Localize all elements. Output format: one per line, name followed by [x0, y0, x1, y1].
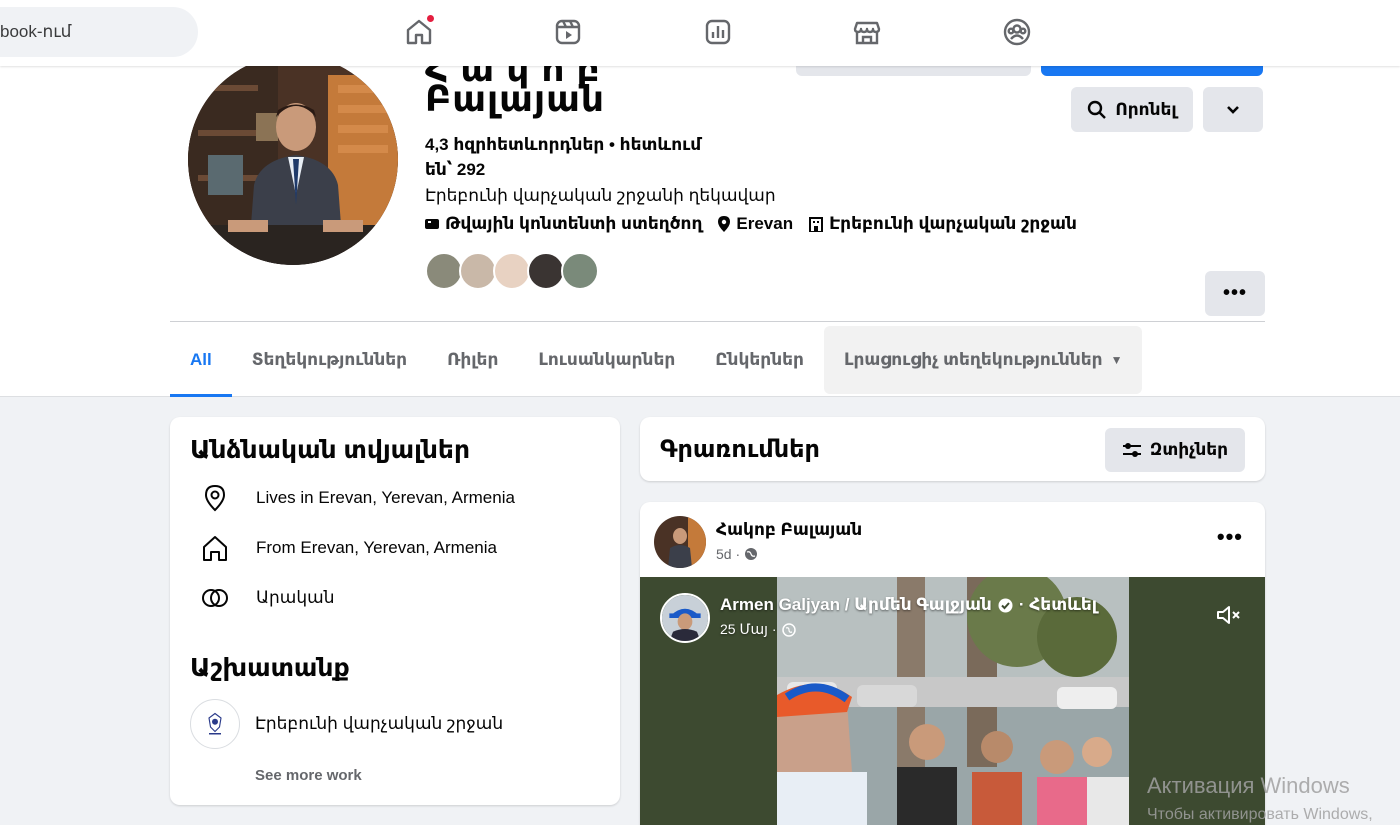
post-author-name[interactable]: Հակոբ Բալայան [716, 520, 862, 540]
tab-about[interactable]: Տեղեկություններ [232, 326, 427, 394]
work-place-text: Էրեբունի վարչական շրջան [255, 714, 504, 733]
home-icon[interactable] [401, 14, 437, 50]
lives-in-row: Lives in Erevan, Yerevan, Armenia [200, 483, 515, 513]
marketplace-icon[interactable] [849, 14, 885, 50]
posts-title: Գրառումներ [660, 436, 820, 463]
post-options-button[interactable]: ••• [1217, 524, 1243, 550]
globe-icon [781, 622, 796, 637]
shared-date-text: 25 Մայ · [720, 621, 777, 637]
filters-label: Զտիչներ [1149, 440, 1229, 459]
profile-tabs: All Տեղեկություններ Ռիլեր Լուսանկարներ Ը… [170, 326, 1143, 397]
shared-post-date[interactable]: 25 Մայ · [720, 621, 796, 638]
followers-count[interactable]: 4,3 հզրհետևորդներ • հետևում են՝ 292 [425, 132, 725, 182]
profile-more-button[interactable] [1203, 87, 1263, 132]
location-pin-icon [204, 484, 226, 512]
windows-activation-title: Активация Windows [1147, 773, 1350, 798]
tab-reels[interactable]: Ռիլեր [427, 326, 518, 394]
profile-bio: Էրեբունի վարչական շրջանի ղեկավար [425, 186, 776, 205]
profile-header: Հ ա կ ո բ Բալայան 4,3 հզրհետևորդներ • հե… [0, 48, 1400, 397]
gender-text: Արական [256, 588, 335, 607]
tabs-more-button[interactable]: ••• [1205, 271, 1265, 316]
work-title: Աշխատանք [190, 654, 350, 682]
tab-more-info-label: Լրացուցիչ տեղեկություններ [843, 350, 1103, 369]
video-camera-icon [425, 219, 439, 229]
groups-icon[interactable] [999, 14, 1035, 50]
location-item: Erevan [718, 214, 793, 234]
intro-card: Անձնական տվյալներ Lives in Erevan, Yerev… [170, 417, 620, 805]
mute-icon[interactable] [1215, 603, 1243, 632]
friend-avatar[interactable] [527, 252, 565, 290]
reels-icon[interactable] [550, 14, 586, 50]
post-timestamp[interactable]: 5d · [716, 546, 758, 562]
filter-icon [1122, 443, 1141, 457]
friend-avatar[interactable] [561, 252, 599, 290]
intro-title: Անձնական տվյալներ [190, 436, 471, 464]
shared-author-line: Armen Galjyan / Արմեն Գալջյան · Հետևել [720, 595, 1097, 615]
posts-header-card: Գրառումներ Զտիչներ [640, 417, 1265, 481]
caret-down-icon: ▼ [1110, 353, 1123, 367]
notification-dot [426, 14, 435, 23]
tab-friends[interactable]: Ընկերներ [695, 326, 824, 394]
category-item: Թվային կոնտենտի ստեղծող [425, 214, 702, 234]
see-more-work-link[interactable]: See more work [255, 767, 362, 784]
search-button-label: Որոնել [1115, 99, 1177, 119]
friend-avatar[interactable] [493, 252, 531, 290]
gender-row: Արական [200, 583, 334, 613]
globe-icon [745, 548, 758, 560]
message-button[interactable] [796, 66, 1031, 76]
workplace-label: Էրեբունի վարչական շրջան [829, 214, 1077, 233]
profile-meta: Թվային կոնտենտի ստեղծող Erevan Էրեբունի … [425, 214, 1077, 234]
dashboard-icon[interactable] [700, 14, 736, 50]
tab-photos[interactable]: Լուսանկարներ [518, 326, 695, 394]
profile-name: Բալայան [425, 78, 605, 119]
lives-in-text: Lives in Erevan, Yerevan, Armenia [256, 488, 515, 507]
category-label: Թվային կոնտենտի ստեղծող [445, 214, 703, 233]
chevron-down-icon [1227, 105, 1239, 114]
from-row: From Erevan, Yerevan, Armenia [200, 533, 497, 563]
tab-all[interactable]: All [170, 326, 232, 397]
verified-badge-icon [998, 598, 1013, 612]
profile-picture[interactable] [188, 66, 398, 265]
work-row[interactable]: Էրեբունի վարչական շրջան [190, 699, 503, 749]
filters-button[interactable]: Զտիչներ [1105, 428, 1245, 472]
tab-more-info[interactable]: Լրացուցիչ տեղեկություններ ▼ [823, 326, 1143, 394]
friends-avatars [425, 252, 599, 290]
home-icon [203, 536, 227, 561]
follow-link[interactable]: · Հետևել [1019, 595, 1097, 615]
header-divider [170, 321, 1265, 322]
follow-button[interactable] [1041, 66, 1263, 76]
from-text: From Erevan, Yerevan, Armenia [256, 538, 497, 557]
search-profile-button[interactable]: Որոնել [1071, 87, 1193, 132]
shared-author-name[interactable]: Armen Galjyan / Արմեն Գալջյան [720, 595, 992, 615]
work-logo [190, 699, 240, 749]
location-label: Erevan [736, 214, 794, 233]
search-icon [1088, 100, 1107, 119]
building-icon [809, 216, 824, 232]
windows-activation-subtitle: Чтобы активировать Windows, [1147, 806, 1373, 823]
rings-icon [202, 589, 228, 607]
friend-avatar[interactable] [459, 252, 497, 290]
post-time-text: 5d · [716, 546, 741, 562]
friend-avatar[interactable] [425, 252, 463, 290]
post-author-avatar[interactable] [654, 516, 706, 568]
shared-author-avatar[interactable] [660, 593, 710, 643]
location-pin-icon [718, 216, 731, 232]
top-navigation: book-ում [0, 0, 1400, 66]
search-input[interactable]: book-ում [0, 7, 198, 57]
workplace-item: Էրեբունի վարչական շրջան [809, 214, 1077, 234]
